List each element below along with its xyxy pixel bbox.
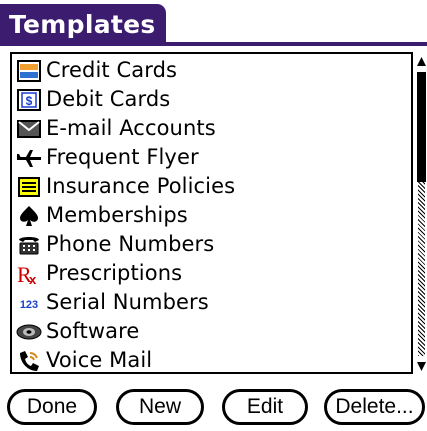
debit-card-symbol: $ xyxy=(26,94,33,108)
list-item-label: Debit Cards xyxy=(46,87,171,111)
list-item-label: Memberships xyxy=(46,203,188,227)
list-item[interactable]: Phone Numbers xyxy=(16,230,214,259)
debit-card-icon: $ xyxy=(16,87,42,113)
voicemail-phone-icon xyxy=(16,348,42,373)
rx-letter-x: x xyxy=(29,272,37,286)
list-item-label: Serial Numbers xyxy=(46,290,209,314)
list-item[interactable]: $ Debit Cards xyxy=(16,85,170,114)
templates-list[interactable]: Credit Cards $ Debit Cards E-mail Accoun… xyxy=(10,52,413,374)
scroll-up-arrow-icon[interactable] xyxy=(416,56,427,70)
envelope-icon xyxy=(16,116,42,142)
list-item-label: Voice Mail xyxy=(46,348,153,372)
list-item-label: Insurance Policies xyxy=(46,174,236,198)
done-button[interactable]: Done xyxy=(7,389,97,425)
list-item[interactable]: Voice Mail xyxy=(16,346,153,373)
new-button[interactable]: New xyxy=(116,389,204,425)
list-item[interactable]: R x Prescriptions xyxy=(16,259,182,288)
list-item-label: E-mail Accounts xyxy=(46,116,216,140)
title-bar: Templates xyxy=(0,4,427,46)
list-item[interactable]: Credit Cards xyxy=(16,56,177,85)
list-item-label: Prescriptions xyxy=(46,261,183,285)
list-item-label: Frequent Flyer xyxy=(46,145,199,169)
list-item[interactable]: 123 Serial Numbers xyxy=(16,288,209,317)
credit-card-icon xyxy=(16,58,42,84)
list-scrollbar[interactable] xyxy=(416,56,427,372)
airplane-icon xyxy=(16,145,42,171)
title-underline xyxy=(0,42,427,46)
list-item[interactable]: Software xyxy=(16,317,139,346)
edit-button[interactable]: Edit xyxy=(222,389,308,425)
telephone-icon xyxy=(16,232,42,258)
scrollbar-thumb[interactable] xyxy=(417,72,426,182)
disc-icon xyxy=(16,319,42,345)
rx-icon: R x xyxy=(16,261,42,287)
list-item-label: Phone Numbers xyxy=(46,232,215,256)
form-title: Templates xyxy=(0,4,166,46)
numbers-123-icon: 123 xyxy=(16,290,42,316)
list-item[interactable]: Frequent Flyer xyxy=(16,143,199,172)
document-lines-icon xyxy=(16,174,42,200)
spade-icon xyxy=(16,203,42,229)
list-item-label: Credit Cards xyxy=(46,58,178,82)
list-item-label: Software xyxy=(46,319,140,343)
list-item[interactable]: E-mail Accounts xyxy=(16,114,216,143)
numbers-123-glyph: 123 xyxy=(20,299,38,311)
scroll-down-arrow-icon[interactable] xyxy=(416,358,427,372)
list-item[interactable]: Memberships xyxy=(16,201,188,230)
list-item[interactable]: Insurance Policies xyxy=(16,172,235,201)
delete-button[interactable]: Delete... xyxy=(324,389,425,425)
